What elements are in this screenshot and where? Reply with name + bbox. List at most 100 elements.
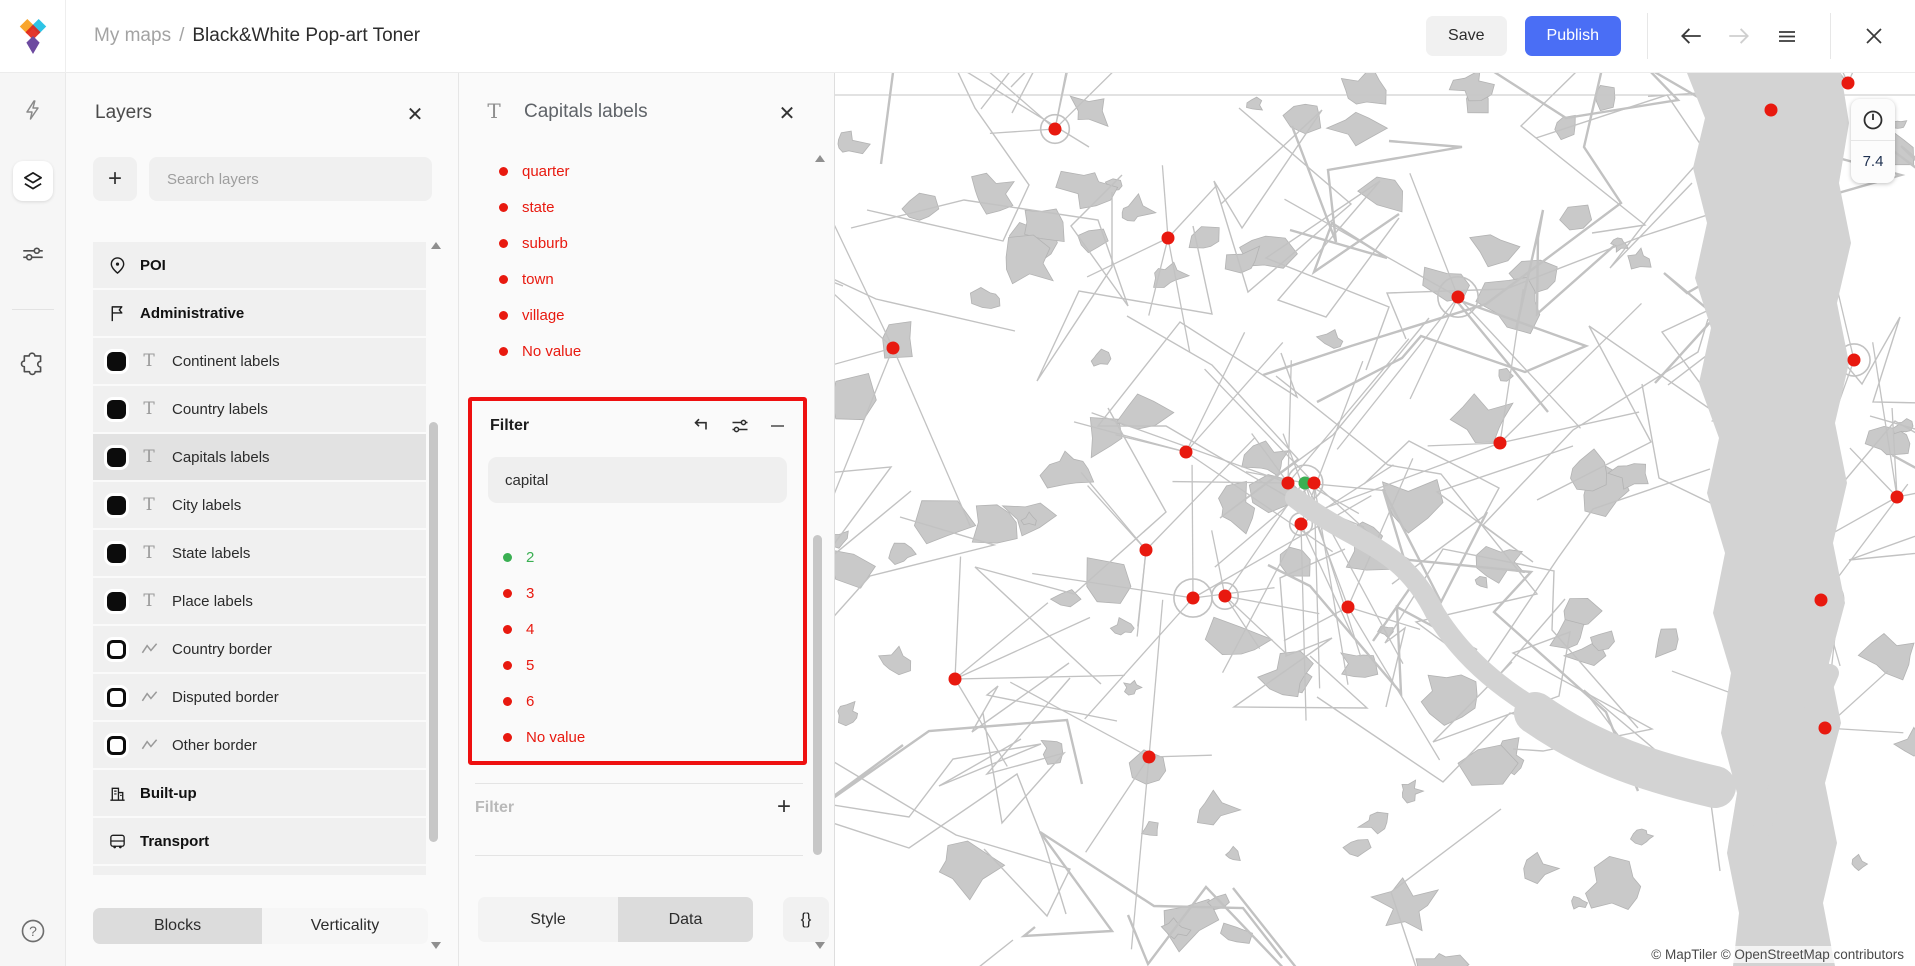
capital-marker-red[interactable] bbox=[1765, 104, 1778, 117]
menu-icon[interactable] bbox=[1770, 19, 1804, 53]
tab-blocks[interactable]: Blocks bbox=[93, 908, 262, 944]
layer-row-poi[interactable]: POI bbox=[93, 242, 426, 288]
visibility-swatch[interactable] bbox=[107, 544, 126, 563]
capital-marker-red[interactable] bbox=[1494, 437, 1507, 450]
layer-row-other-border[interactable]: Other border bbox=[93, 722, 426, 768]
scroll-up-arrow-icon[interactable] bbox=[815, 155, 825, 162]
layer-row-label: Transport bbox=[140, 833, 209, 850]
scroll-up-arrow-icon[interactable] bbox=[431, 242, 441, 249]
capital-marker-red[interactable] bbox=[1842, 77, 1855, 90]
layer-panel-scrollbar[interactable] bbox=[812, 155, 824, 949]
divider bbox=[1647, 13, 1648, 59]
filter-value-list: 23456No value bbox=[503, 539, 585, 755]
close-icon[interactable] bbox=[1857, 19, 1891, 53]
capital-marker-red[interactable] bbox=[1848, 354, 1861, 367]
maptiler-logo[interactable] bbox=[0, 0, 66, 73]
capital-marker-red[interactable] bbox=[1891, 491, 1904, 504]
capital-marker-red[interactable] bbox=[1815, 594, 1828, 607]
layer-row-country-labels[interactable]: TCountry labels bbox=[93, 386, 426, 432]
capital-marker-red[interactable] bbox=[1295, 518, 1308, 531]
value-row-5[interactable]: 5 bbox=[503, 647, 585, 683]
layer-row-continent-labels[interactable]: TContinent labels bbox=[93, 338, 426, 384]
visibility-swatch[interactable] bbox=[107, 496, 126, 515]
value-row-town[interactable]: town bbox=[499, 261, 581, 297]
flash-icon[interactable] bbox=[13, 90, 53, 130]
redo-arrow-icon[interactable] bbox=[1722, 19, 1756, 53]
capital-marker-red[interactable] bbox=[1140, 544, 1153, 557]
visibility-swatch[interactable] bbox=[107, 448, 126, 467]
search-layers-input[interactable] bbox=[149, 157, 432, 201]
adjust-icon[interactable] bbox=[729, 415, 751, 437]
capital-marker-red[interactable] bbox=[1342, 601, 1355, 614]
json-code-button[interactable]: {} bbox=[783, 897, 829, 942]
clock-icon[interactable] bbox=[1851, 99, 1895, 141]
help-icon[interactable]: ? bbox=[13, 911, 53, 951]
layers-list-scrollbar[interactable] bbox=[428, 242, 440, 949]
revert-icon[interactable] bbox=[691, 415, 713, 437]
value-row-suburb[interactable]: suburb bbox=[499, 225, 581, 261]
tab-style[interactable]: Style bbox=[478, 897, 618, 942]
layer-row-capitals-labels[interactable]: TCapitals labels bbox=[93, 434, 426, 480]
value-label: suburb bbox=[522, 235, 568, 252]
value-row-6[interactable]: 6 bbox=[503, 683, 585, 719]
value-row-3[interactable]: 3 bbox=[503, 575, 585, 611]
value-row-quarter[interactable]: quarter bbox=[499, 153, 581, 189]
collapse-icon[interactable] bbox=[767, 415, 789, 437]
scroll-down-arrow-icon[interactable] bbox=[815, 942, 825, 949]
divider bbox=[475, 783, 803, 784]
tuning-icon[interactable] bbox=[13, 234, 53, 274]
layer-row-disputed-border[interactable]: Disputed border bbox=[93, 674, 426, 720]
value-row-village[interactable]: village bbox=[499, 297, 581, 333]
tab-data[interactable]: Data bbox=[618, 897, 753, 942]
capital-marker-red[interactable] bbox=[1819, 722, 1832, 735]
capital-marker-red[interactable] bbox=[887, 342, 900, 355]
layer-panel-close-icon[interactable]: ✕ bbox=[772, 98, 802, 128]
layer-row-city-labels[interactable]: TCity labels bbox=[93, 482, 426, 528]
value-row-no-value[interactable]: No value bbox=[499, 333, 581, 369]
capital-marker-red[interactable] bbox=[1452, 291, 1465, 304]
capital-marker-red[interactable] bbox=[1049, 123, 1062, 136]
visibility-swatch[interactable] bbox=[107, 736, 126, 755]
plugins-icon[interactable] bbox=[13, 343, 53, 383]
capital-marker-red[interactable] bbox=[949, 673, 962, 686]
capital-marker-red[interactable] bbox=[1282, 477, 1295, 490]
add-filter-button[interactable]: + bbox=[768, 791, 800, 823]
scroll-down-arrow-icon[interactable] bbox=[431, 942, 441, 949]
value-row-state[interactable]: state bbox=[499, 189, 581, 225]
layers-icon[interactable] bbox=[13, 161, 53, 201]
value-row-2[interactable]: 2 bbox=[503, 539, 585, 575]
layers-panel-close-icon[interactable]: ✕ bbox=[400, 99, 430, 129]
publish-button[interactable]: Publish bbox=[1525, 16, 1621, 56]
building-icon bbox=[107, 783, 127, 803]
map-canvas[interactable]: 7.4 © MapTiler © OpenStreetMap contribut… bbox=[835, 73, 1915, 966]
visibility-swatch[interactable] bbox=[107, 400, 126, 419]
add-layer-button[interactable]: + bbox=[93, 157, 137, 201]
layer-row-partially-hidden[interactable] bbox=[93, 866, 426, 875]
capital-marker-red[interactable] bbox=[1219, 590, 1232, 603]
save-button[interactable]: Save bbox=[1426, 16, 1506, 56]
capital-marker-red[interactable] bbox=[1308, 477, 1321, 490]
scroll-thumb[interactable] bbox=[813, 535, 822, 855]
value-dot-icon bbox=[499, 167, 508, 176]
value-row-no-value[interactable]: No value bbox=[503, 719, 585, 755]
visibility-swatch[interactable] bbox=[107, 640, 126, 659]
layer-row-administrative[interactable]: Administrative bbox=[93, 290, 426, 336]
capital-marker-red[interactable] bbox=[1143, 751, 1156, 764]
capital-marker-red[interactable] bbox=[1180, 446, 1193, 459]
filter-expression-input[interactable] bbox=[488, 457, 787, 503]
breadcrumb-my-maps[interactable]: My maps bbox=[94, 25, 171, 47]
layer-row-state-labels[interactable]: TState labels bbox=[93, 530, 426, 576]
visibility-swatch[interactable] bbox=[107, 592, 126, 611]
value-row-4[interactable]: 4 bbox=[503, 611, 585, 647]
layer-row-built-up[interactable]: Built-up bbox=[93, 770, 426, 816]
layer-row-place-labels[interactable]: TPlace labels bbox=[93, 578, 426, 624]
capital-marker-red[interactable] bbox=[1187, 592, 1200, 605]
layer-row-country-border[interactable]: Country border bbox=[93, 626, 426, 672]
visibility-swatch[interactable] bbox=[107, 352, 126, 371]
tab-verticality[interactable]: Verticality bbox=[262, 908, 428, 944]
capital-marker-red[interactable] bbox=[1162, 232, 1175, 245]
visibility-swatch[interactable] bbox=[107, 688, 126, 707]
layer-row-transport[interactable]: Transport bbox=[93, 818, 426, 864]
undo-arrow-icon[interactable] bbox=[1674, 19, 1708, 53]
scroll-thumb[interactable] bbox=[429, 422, 438, 842]
